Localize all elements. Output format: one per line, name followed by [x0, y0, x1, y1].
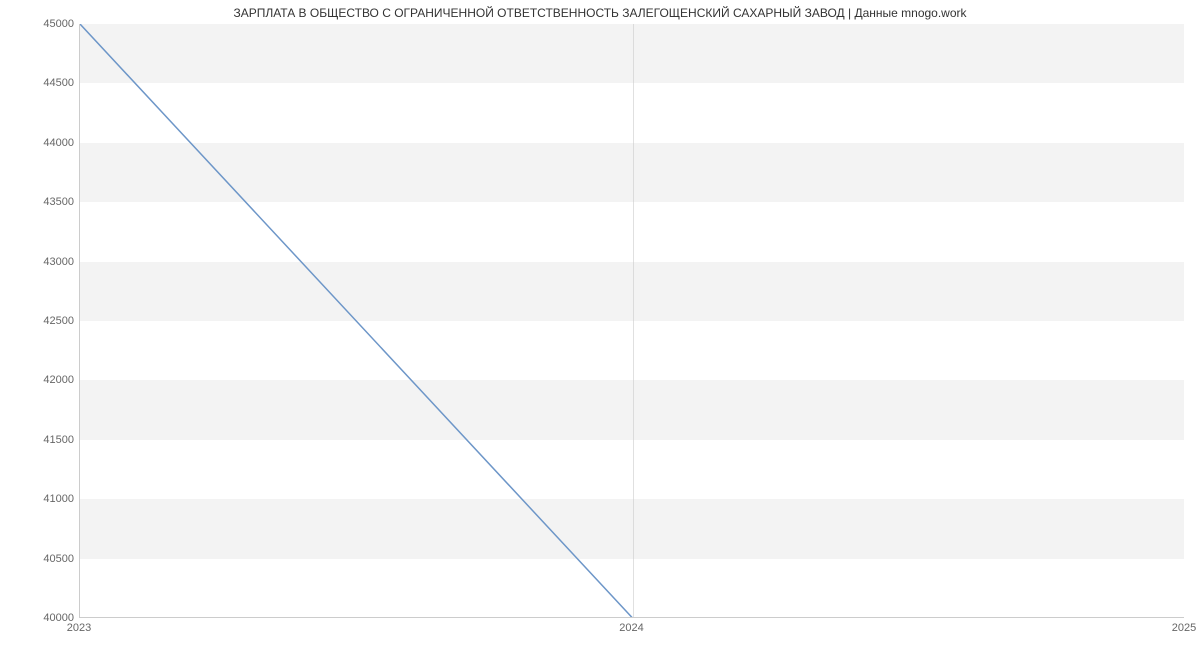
chart-container: ЗАРПЛАТА В ОБЩЕСТВО С ОГРАНИЧЕННОЙ ОТВЕТ…: [0, 0, 1200, 650]
x-tick-label: 2025: [1172, 622, 1196, 634]
plot-area: [79, 24, 1184, 618]
data-line-layer: [80, 24, 1184, 617]
y-tick-label: 42000: [4, 374, 74, 386]
chart-title: ЗАРПЛАТА В ОБЩЕСТВО С ОГРАНИЧЕННОЙ ОТВЕТ…: [0, 6, 1200, 20]
y-tick-label: 43500: [4, 196, 74, 208]
y-tick-label: 44500: [4, 77, 74, 89]
y-tick-label: 41500: [4, 434, 74, 446]
y-tick-label: 40500: [4, 553, 74, 565]
y-tick-label: 45000: [4, 18, 74, 30]
x-tick-label: 2024: [619, 622, 643, 634]
y-tick-label: 43000: [4, 256, 74, 268]
data-line: [80, 24, 1184, 618]
x-tick-label: 2023: [67, 622, 91, 634]
y-tick-label: 44000: [4, 137, 74, 149]
y-tick-label: 41000: [4, 493, 74, 505]
y-tick-label: 40000: [4, 612, 74, 624]
y-tick-label: 42500: [4, 315, 74, 327]
